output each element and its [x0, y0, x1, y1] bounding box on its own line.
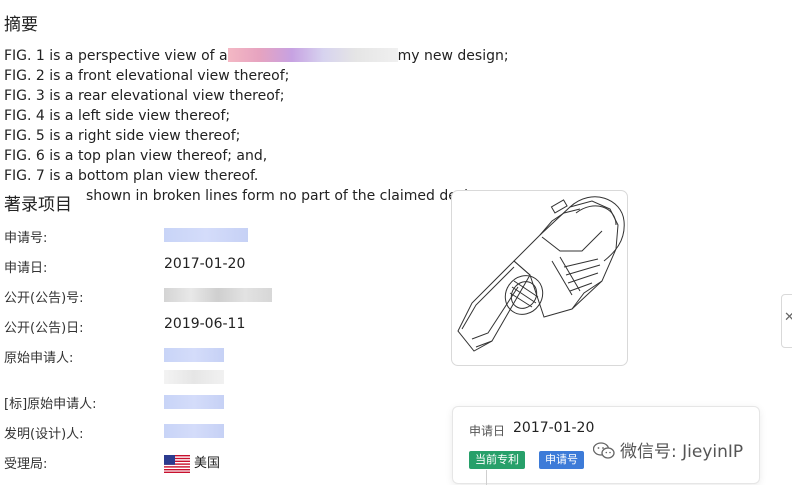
- abstract-line: FIG. 5 is a right side view thereof;: [4, 128, 241, 144]
- application-date-value: 2017-01-20: [164, 256, 246, 272]
- handheld-vacuum-drawing: [457, 196, 625, 352]
- redacted-std-original-applicant[interactable]: [164, 395, 224, 409]
- receiving-office-value: 美国: [164, 452, 220, 473]
- field-label-receiving-office: 受理局:: [4, 457, 48, 472]
- bibliographic-title: 著录项目: [4, 195, 72, 215]
- redacted-application-number: [164, 228, 248, 242]
- abstract-line: FIG. 4 is a left side view thereof;: [4, 108, 231, 124]
- current-patent-tag[interactable]: 当前专利: [469, 451, 525, 469]
- application-number-tag[interactable]: 申请号: [539, 451, 584, 469]
- wechat-watermark: 微信号: JieyinIP: [593, 437, 743, 462]
- abstract-line: FIG. 6 is a top plan view thereof; and,: [4, 148, 268, 164]
- redacted-inventor[interactable]: [164, 424, 224, 438]
- field-label-application-number: 申请号:: [4, 231, 48, 246]
- abstract-line: FIG. 2 is a front elevational view there…: [4, 68, 290, 84]
- abstract-text: FIG. 1 is a perspective view of a my new …: [4, 46, 509, 206]
- field-label-publication-number: 公开(公告)号:: [4, 291, 84, 306]
- us-flag-icon: [164, 454, 190, 473]
- redacted-original-applicant-line2: [164, 370, 224, 384]
- field-label-publication-date: 公开(公告)日:: [4, 321, 84, 336]
- field-label-application-date: 申请日:: [4, 261, 48, 276]
- abstract-line: FIG. 1 is a perspective view of a my new …: [4, 48, 509, 64]
- date-popup: 申请日 2017-01-20 当前专利 申请号 微信号: JieyinIP: [452, 406, 760, 484]
- field-label-inventor: 发明(设计)人:: [4, 427, 84, 442]
- popup-date-label: 申请日: [469, 424, 506, 438]
- abstract-line: FIG. 3 is a rear elevational view thereo…: [4, 88, 285, 104]
- abstract-line: shown in broken lines form no part of th…: [86, 188, 477, 204]
- redacted-text: [227, 48, 398, 62]
- side-panel-toggle[interactable]: ✕: [781, 294, 792, 348]
- redacted-publication-number: [164, 288, 272, 302]
- wechat-icon: [593, 442, 615, 459]
- abstract-title: 摘要: [4, 15, 38, 35]
- publication-date-value: 2019-06-11: [164, 316, 246, 332]
- divider: [486, 470, 487, 485]
- close-icon: ✕: [784, 310, 792, 325]
- patent-figure-thumbnail[interactable]: [451, 190, 628, 366]
- redacted-original-applicant[interactable]: [164, 348, 224, 362]
- popup-date-value: 2017-01-20: [513, 420, 595, 436]
- field-label-std-original-applicant: [标]原始申请人:: [4, 397, 97, 412]
- field-label-original-applicant: 原始申请人:: [4, 351, 74, 366]
- abstract-line: FIG. 7 is a bottom plan view thereof.: [4, 168, 259, 184]
